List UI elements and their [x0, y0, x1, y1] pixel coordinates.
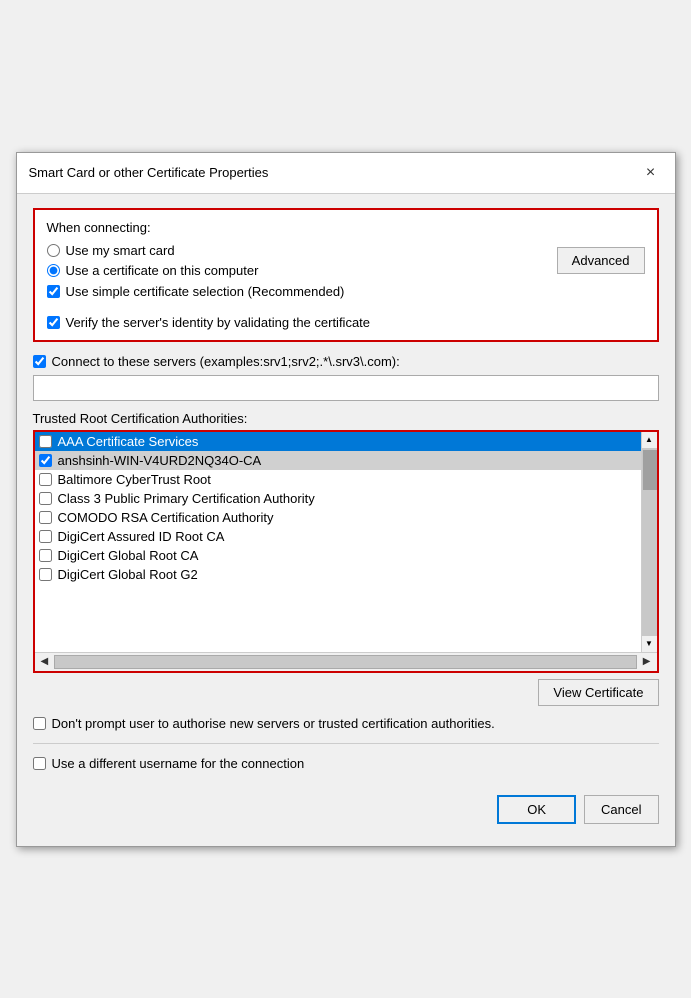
scroll-up-button[interactable]: ▲ — [642, 432, 657, 448]
smart-card-option[interactable]: Use my smart card — [47, 243, 557, 258]
verify-server-label: Verify the server's identity by validati… — [66, 315, 371, 330]
cert-item[interactable]: AAA Certificate Services — [35, 432, 641, 451]
cert-name: COMODO RSA Certification Authority — [58, 510, 274, 525]
when-connecting-label: When connecting: — [47, 220, 645, 235]
cert-computer-radio[interactable] — [47, 264, 60, 277]
trusted-root-section: Trusted Root Certification Authorities: … — [33, 411, 659, 706]
cert-checkbox[interactable] — [39, 435, 52, 448]
cert-computer-label: Use a certificate on this computer — [66, 263, 259, 278]
connect-servers-checkbox[interactable] — [33, 355, 46, 368]
connect-servers-section: Connect to these servers (examples:srv1;… — [33, 354, 659, 401]
cert-name: anshsinh-WIN-V4URD2NQ34O-CA — [58, 453, 262, 468]
cert-checkbox[interactable] — [39, 549, 52, 562]
cert-checkbox[interactable] — [39, 511, 52, 524]
dialog: Smart Card or other Certificate Properti… — [16, 152, 676, 847]
smart-card-radio[interactable] — [47, 244, 60, 257]
dont-prompt-label: Don't prompt user to authorise new serve… — [52, 716, 495, 731]
different-username-section: Use a different username for the connect… — [33, 756, 659, 771]
close-button[interactable]: × — [639, 161, 663, 185]
cert-item[interactable]: DigiCert Global Root CA — [35, 546, 641, 565]
cert-item[interactable]: COMODO RSA Certification Authority — [35, 508, 641, 527]
cert-checkbox[interactable] — [39, 568, 52, 581]
cert-item[interactable]: DigiCert Assured ID Root CA — [35, 527, 641, 546]
cert-name: Baltimore CyberTrust Root — [58, 472, 211, 487]
vertical-scrollbar[interactable]: ▲ ▼ — [641, 432, 657, 652]
scroll-left-button[interactable]: ◀ — [39, 656, 51, 667]
dont-prompt-checkbox[interactable] — [33, 717, 46, 730]
radio-and-advanced-row: Use my smart card Use a certificate on t… — [47, 243, 645, 278]
cert-checkbox[interactable] — [39, 492, 52, 505]
verify-server-option[interactable]: Verify the server's identity by validati… — [47, 315, 645, 330]
cert-list[interactable]: AAA Certificate Services anshsinh-WIN-V4… — [35, 432, 641, 652]
cert-list-container: AAA Certificate Services anshsinh-WIN-V4… — [33, 430, 659, 673]
scroll-thumb[interactable] — [643, 450, 657, 490]
dialog-content: When connecting: Use my smart card Use a… — [17, 194, 675, 846]
cert-item[interactable]: Class 3 Public Primary Certification Aut… — [35, 489, 641, 508]
cancel-button[interactable]: Cancel — [584, 795, 658, 824]
different-username-label: Use a different username for the connect… — [52, 756, 305, 771]
simple-selection-label: Use simple certificate selection (Recomm… — [66, 284, 345, 299]
title-bar: Smart Card or other Certificate Properti… — [17, 153, 675, 194]
connect-servers-label-row[interactable]: Connect to these servers (examples:srv1;… — [33, 354, 659, 369]
dont-prompt-section: Don't prompt user to authorise new serve… — [33, 716, 659, 731]
view-cert-row: View Certificate — [33, 673, 659, 706]
simple-selection-checkbox[interactable] — [47, 285, 60, 298]
smart-card-label: Use my smart card — [66, 243, 175, 258]
trusted-root-label: Trusted Root Certification Authorities: — [33, 411, 659, 426]
scroll-down-button[interactable]: ▼ — [642, 636, 657, 652]
ok-button[interactable]: OK — [497, 795, 576, 824]
different-username-option[interactable]: Use a different username for the connect… — [33, 756, 659, 771]
horiz-scroll-track — [54, 655, 637, 669]
simple-selection-option[interactable]: Use simple certificate selection (Recomm… — [47, 284, 645, 299]
cert-item[interactable]: anshsinh-WIN-V4URD2NQ34O-CA — [35, 451, 641, 470]
cert-checkbox[interactable] — [39, 530, 52, 543]
cert-item[interactable]: Baltimore CyberTrust Root — [35, 470, 641, 489]
view-certificate-button[interactable]: View Certificate — [538, 679, 658, 706]
advanced-button[interactable]: Advanced — [557, 247, 645, 274]
cert-name: Class 3 Public Primary Certification Aut… — [58, 491, 315, 506]
cert-name: DigiCert Global Root CA — [58, 548, 199, 563]
cert-checkbox[interactable] — [39, 473, 52, 486]
radio-group: Use my smart card Use a certificate on t… — [47, 243, 557, 278]
cert-item[interactable]: DigiCert Global Root G2 — [35, 565, 641, 584]
cert-name: DigiCert Assured ID Root CA — [58, 529, 225, 544]
horizontal-scrollbar[interactable]: ◀ ▶ — [35, 652, 657, 671]
verify-server-checkbox[interactable] — [47, 316, 60, 329]
cert-name: AAA Certificate Services — [58, 434, 199, 449]
dialog-title: Smart Card or other Certificate Properti… — [29, 165, 269, 180]
separator — [33, 743, 659, 744]
scroll-right-button[interactable]: ▶ — [641, 656, 653, 667]
connect-servers-label: Connect to these servers (examples:srv1;… — [52, 354, 400, 369]
when-connecting-section: When connecting: Use my smart card Use a… — [33, 208, 659, 342]
cert-name: DigiCert Global Root G2 — [58, 567, 198, 582]
cert-computer-option[interactable]: Use a certificate on this computer — [47, 263, 557, 278]
server-input[interactable] — [33, 375, 659, 401]
dont-prompt-option[interactable]: Don't prompt user to authorise new serve… — [33, 716, 659, 731]
scroll-track — [642, 448, 657, 636]
cert-checkbox[interactable] — [39, 454, 52, 467]
different-username-checkbox[interactable] — [33, 757, 46, 770]
button-row: OK Cancel — [33, 787, 659, 832]
